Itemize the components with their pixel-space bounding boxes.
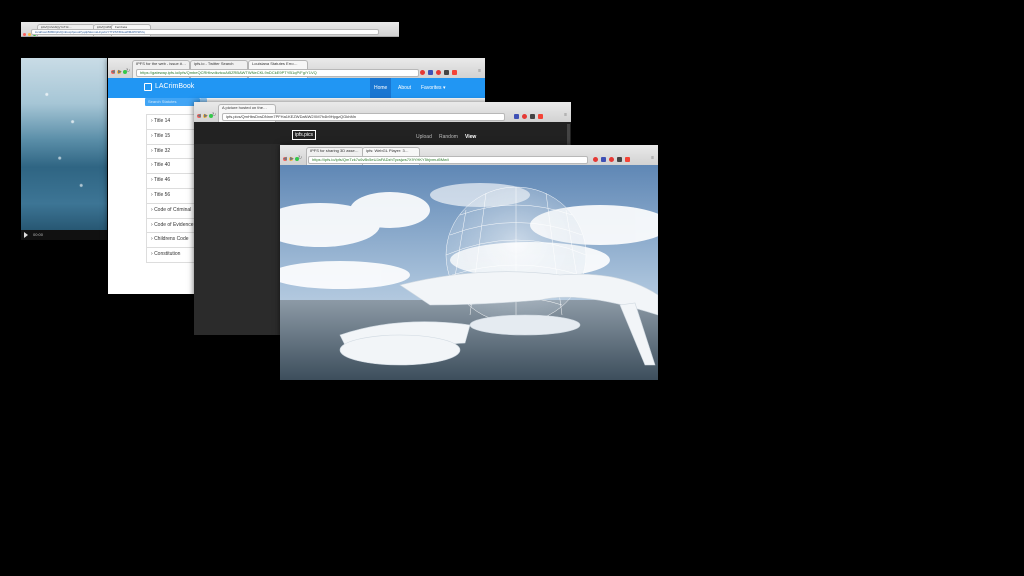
- nav-home[interactable]: Home: [370, 78, 392, 98]
- back-icon[interactable]: ◀: [283, 156, 287, 162]
- nav-favorites[interactable]: Favorites ▾: [421, 78, 445, 98]
- address-bar[interactable]: https://gateway.ipfs.io/ipfs/QmbeQCRHbvd…: [136, 69, 419, 77]
- forward-icon[interactable]: ▶: [290, 156, 294, 162]
- birds-overlay: [21, 58, 107, 240]
- menu-icon[interactable]: ≡: [651, 155, 654, 161]
- menu-icon[interactable]: ≡: [478, 68, 481, 74]
- nav-about[interactable]: About: [398, 78, 411, 98]
- extension-icon[interactable]: [538, 114, 543, 119]
- webgl-canvas[interactable]: [280, 165, 658, 380]
- site-logo[interactable]: ipfs.pics: [292, 130, 317, 140]
- back-icon[interactable]: ◀: [111, 69, 115, 75]
- video-frame: 00:00: [21, 58, 107, 240]
- extension-icon[interactable]: [601, 157, 606, 162]
- extension-icon[interactable]: [530, 114, 535, 119]
- play-icon[interactable]: [24, 232, 28, 238]
- address-bar[interactable]: localhost:8080/ipfs/QmbuxpfpouoPyqdpSkom…: [31, 29, 379, 35]
- browser-window-webgl: IPFS for sharing 3D asse… ipfs: WebGL Pl…: [280, 145, 658, 380]
- forward-icon[interactable]: ▶: [204, 113, 208, 119]
- nav-random[interactable]: Random: [439, 134, 458, 140]
- video-controls: 00:00: [21, 230, 107, 240]
- brand-icon: [144, 83, 152, 91]
- brand-title[interactable]: LACrimBook: [155, 83, 194, 90]
- reload-icon[interactable]: ↻: [126, 68, 130, 74]
- extension-icon[interactable]: [444, 70, 449, 75]
- video-time: 00:00: [33, 232, 44, 237]
- nav-upload[interactable]: Upload: [416, 134, 432, 140]
- extension-icon[interactable]: [522, 114, 527, 119]
- extension-icon[interactable]: [625, 157, 630, 162]
- nav-view[interactable]: View: [465, 134, 476, 140]
- browser-chrome: A picture hosted on the… ◀ ▶ ↻ ipfs.pics…: [194, 102, 571, 123]
- extension-icon[interactable]: [609, 157, 614, 162]
- browser-chrome: IPFS for sharing 3D asse… ipfs: WebGL Pl…: [280, 145, 658, 166]
- extension-icon[interactable]: [436, 70, 441, 75]
- search-input[interactable]: Search Statutes: [145, 98, 200, 106]
- extension-icon[interactable]: [593, 157, 598, 162]
- extension-icon[interactable]: [617, 157, 622, 162]
- reload-icon[interactable]: ↻: [298, 155, 302, 161]
- address-bar[interactable]: https://ipfs.io/ipfs/QmTzk7u6vBv5eUJaFAD…: [308, 156, 588, 164]
- close-window-button[interactable]: [23, 33, 26, 36]
- forward-icon[interactable]: ▶: [118, 69, 122, 75]
- site-navbar: LACrimBook Home About Favorites ▾: [108, 78, 485, 98]
- webgl-scene: [280, 165, 658, 380]
- extension-icon[interactable]: [420, 70, 425, 75]
- reload-icon[interactable]: ↻: [212, 112, 216, 118]
- back-icon[interactable]: ◀: [197, 113, 201, 119]
- browser-chrome: IPFS for the web - issue #… ipfs.io - Tw…: [108, 58, 485, 79]
- extension-icon[interactable]: [514, 114, 519, 119]
- address-bar[interactable]: ipfs.pics/QmHbsDvsDNnm7PFHa1KEZWDaNW2XM7…: [222, 113, 505, 121]
- site-header: ipfs.pics Upload Random View: [194, 122, 571, 144]
- menu-icon[interactable]: ≡: [564, 112, 567, 118]
- extension-icon[interactable]: [452, 70, 457, 75]
- browser-chrome: ipfs/QmVubQyYoTzk… ipfs/Qmf6FGwzGg94U… F…: [21, 22, 399, 37]
- extension-icon[interactable]: [428, 70, 433, 75]
